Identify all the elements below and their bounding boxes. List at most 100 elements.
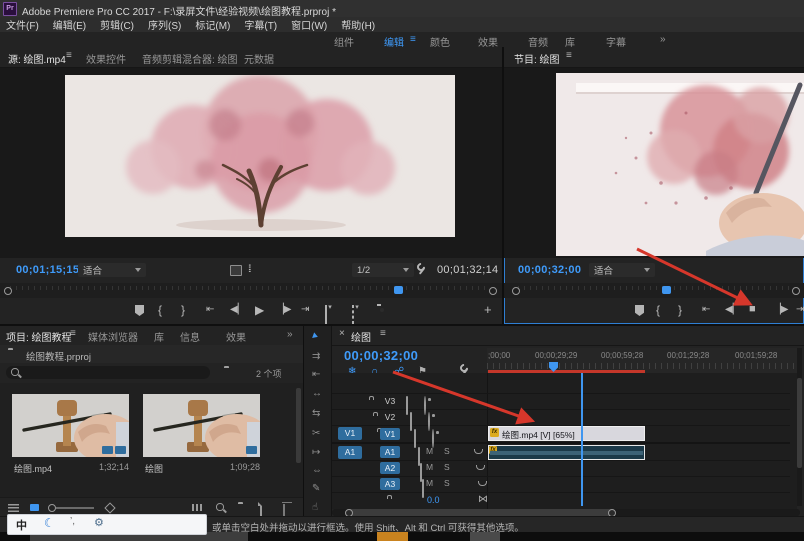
menu-marker[interactable]: 标记(M): [195, 17, 230, 32]
timeline-current-timecode[interactable]: 00;00;32;00: [344, 348, 418, 363]
timeline-vertical-scrollbar[interactable]: [797, 348, 802, 506]
program-panel-menu-icon[interactable]: ≡: [566, 51, 572, 61]
icon-view-icon[interactable]: [30, 504, 39, 511]
add-marker-icon[interactable]: [635, 305, 644, 316]
solo-track-button[interactable]: S: [444, 446, 450, 456]
ime-moon-icon[interactable]: ☾: [44, 516, 55, 530]
project-item-name[interactable]: 绘图.mp4: [14, 462, 52, 475]
source-scrubber-right-handle[interactable]: [489, 287, 497, 295]
tab-source-clip[interactable]: 源: 绘图.mp4: [8, 51, 66, 66]
menu-sequence[interactable]: 序列(S): [148, 17, 181, 32]
menu-file[interactable]: 文件(F): [6, 17, 39, 32]
zoom-slider-handle[interactable]: [48, 504, 56, 512]
close-panel-icon[interactable]: ×: [339, 329, 345, 339]
program-playhead[interactable]: [662, 286, 671, 294]
mute-track-button[interactable]: M: [426, 478, 433, 488]
slip-tool[interactable]: ↦: [312, 448, 320, 458]
ime-settings-gear-icon[interactable]: ⚙: [94, 516, 104, 529]
track-name-a2[interactable]: A2: [380, 462, 400, 474]
source-current-timecode[interactable]: 00;01;15;15: [16, 264, 79, 276]
button-editor-icon[interactable]: +: [484, 303, 492, 316]
timeline-ruler[interactable]: ;00;00 00;00;29;29 00;00;59;28 00;01;29;…: [487, 348, 797, 373]
rolling-edit-tool[interactable]: ↔: [312, 389, 322, 399]
search-input[interactable]: [6, 366, 210, 379]
master-gain-value[interactable]: 0.0: [427, 495, 440, 505]
tab-sequence[interactable]: 绘图: [351, 329, 371, 344]
hand-tool[interactable]: ☝: [312, 503, 318, 513]
track-name-v3[interactable]: V3: [380, 395, 400, 407]
goto-out-icon[interactable]: ⇥: [301, 305, 309, 315]
workspace-overflow-icon[interactable]: »: [660, 34, 666, 45]
program-scrubber-left-handle[interactable]: [512, 287, 520, 295]
razor-tool[interactable]: ✂: [312, 429, 320, 439]
playhead-line[interactable]: [581, 373, 583, 506]
sync-lock-icon[interactable]: [422, 479, 424, 498]
menu-edit[interactable]: 编辑(E): [53, 17, 86, 32]
sync-lock-icon[interactable]: [410, 412, 412, 431]
toggle-track-output-icon[interactable]: [428, 412, 430, 431]
scrollbar-thumb[interactable]: [347, 509, 612, 516]
workspace-menu-icon[interactable]: ≡: [410, 34, 416, 45]
mark-in-icon[interactable]: {: [656, 304, 660, 316]
solo-track-button[interactable]: S: [444, 478, 450, 488]
zoom-slider-track[interactable]: [56, 507, 94, 509]
solo-track-button[interactable]: S: [444, 462, 450, 472]
source-zoom-select[interactable]: 适合: [78, 263, 146, 277]
goto-out-icon[interactable]: ⇥: [796, 305, 804, 315]
menu-window[interactable]: 窗口(W): [291, 17, 327, 32]
overwrite-icon[interactable]: [352, 305, 354, 324]
add-marker-icon[interactable]: [135, 305, 144, 316]
scrollbar-thumb[interactable]: [797, 378, 802, 468]
timeline-panel-menu-icon[interactable]: ≡: [380, 329, 386, 339]
goto-in-icon[interactable]: ⇤: [702, 305, 710, 315]
step-back-icon[interactable]: ◀▏: [725, 305, 740, 315]
mute-track-button[interactable]: M: [426, 446, 433, 456]
source-resolution-select[interactable]: 1/2: [352, 263, 414, 277]
tab-info[interactable]: 信息: [180, 329, 200, 344]
mute-track-button[interactable]: M: [426, 462, 433, 472]
rate-stretch-tool[interactable]: ⇆: [312, 409, 320, 419]
track-name-a3[interactable]: A3: [380, 478, 400, 490]
sort-icon[interactable]: [104, 502, 115, 513]
program-scrubber-right-handle[interactable]: [792, 287, 800, 295]
program-scrubber[interactable]: [504, 283, 804, 298]
breadcrumb[interactable]: 绘图教程.prproj: [26, 349, 91, 363]
menu-help[interactable]: 帮助(H): [341, 17, 375, 32]
source-scrubber[interactable]: [0, 283, 502, 298]
taskbar-segment-active[interactable]: [377, 532, 408, 541]
taskbar-segment[interactable]: [470, 532, 500, 541]
play-icon[interactable]: ▶: [255, 304, 264, 316]
tab-project[interactable]: 项目: 绘图教程: [6, 329, 72, 344]
stop-icon[interactable]: ■: [749, 304, 756, 315]
source-trim-icon[interactable]: ⁞⁞: [248, 265, 250, 275]
mark-out-icon[interactable]: }: [181, 304, 185, 316]
insert-icon[interactable]: [325, 305, 327, 324]
list-view-icon[interactable]: [8, 504, 19, 512]
source-patch-audio[interactable]: A1: [338, 446, 362, 459]
mark-in-icon[interactable]: {: [158, 304, 162, 316]
slide-tool[interactable]: ⇔: [312, 466, 322, 476]
track-name-v1[interactable]: V1: [380, 428, 400, 440]
goto-in-icon[interactable]: ⇤: [206, 305, 214, 315]
mark-out-icon[interactable]: }: [678, 304, 682, 316]
tab-audio-clip-mixer[interactable]: 音频剪辑混合器: 绘图: [142, 51, 238, 66]
source-patch-video[interactable]: V1: [338, 427, 362, 440]
timeline-horizontal-scrollbar[interactable]: [332, 509, 800, 516]
tab-libraries[interactable]: 库: [154, 329, 164, 344]
program-current-timecode[interactable]: 00;00;32;00: [518, 264, 581, 276]
project-item-name[interactable]: 绘图: [145, 462, 163, 475]
tab-program[interactable]: 节目: 绘图: [514, 51, 560, 66]
step-back-icon[interactable]: ◀▏: [230, 305, 245, 315]
ime-punctuation-icon[interactable]: ’,: [70, 516, 75, 527]
menu-title[interactable]: 字幕(T): [244, 17, 277, 32]
fit-timeline-icon[interactable]: ⋈: [478, 494, 488, 505]
source-panel-menu-icon[interactable]: ≡: [66, 51, 72, 61]
menu-clip[interactable]: 剪辑(C): [100, 17, 134, 32]
audio-clip[interactable]: fx: [488, 445, 645, 460]
toggle-track-output-icon[interactable]: [424, 396, 426, 415]
tab-effect-controls[interactable]: 效果控件: [86, 51, 126, 66]
ripple-edit-tool[interactable]: ⇤: [312, 370, 320, 380]
program-zoom-select[interactable]: 适合: [589, 263, 655, 277]
project-panel-menu-icon[interactable]: ≡: [70, 329, 76, 339]
sync-lock-icon[interactable]: [406, 396, 408, 415]
